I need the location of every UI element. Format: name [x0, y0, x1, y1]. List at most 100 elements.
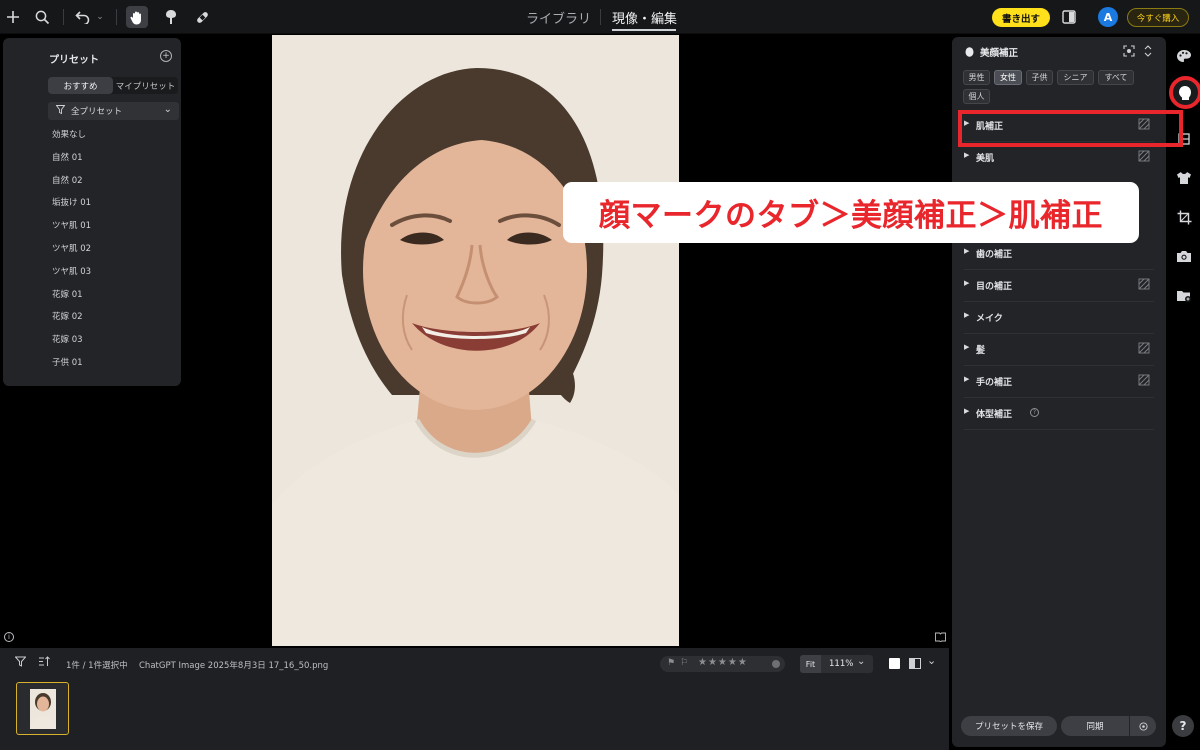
account-avatar[interactable]: A: [1098, 7, 1118, 27]
preset-item[interactable]: 子供 01: [52, 356, 91, 379]
reset-icon[interactable]: [1138, 342, 1150, 354]
section-hair[interactable]: ▶ 髪: [964, 334, 1154, 366]
highlight-rectangle: [958, 110, 1183, 147]
preset-item[interactable]: 花嫁 02: [52, 310, 91, 333]
filmstrip-bar: 1件 / 1件選択中 ChatGPT Image 2025年8月3日 17_16…: [0, 648, 949, 750]
buy-now-button[interactable]: 今すぐ購入: [1127, 8, 1189, 27]
chip-male[interactable]: 男性: [963, 70, 990, 85]
tab-develop-edit[interactable]: 現像・編集: [612, 8, 677, 27]
camera-tab-icon[interactable]: [1173, 245, 1195, 267]
preset-tab-switch: おすすめ マイプリセット: [48, 77, 178, 94]
zoom-control: Fit 111% ⌄: [800, 655, 873, 673]
section-eye-correction[interactable]: ▶ 目の補正: [964, 270, 1154, 302]
preset-item[interactable]: 自然 01: [52, 151, 91, 174]
tab-recommended[interactable]: おすすめ: [48, 77, 113, 94]
search-icon[interactable]: [31, 6, 53, 28]
panel-header: 美顔補正: [965, 45, 1018, 59]
compare-panel-icon[interactable]: [1058, 6, 1080, 28]
add-preset-icon[interactable]: +: [160, 50, 172, 62]
preset-item[interactable]: ツヤ肌 02: [52, 242, 91, 265]
preset-panel: プリセット + おすすめ マイプリセット 全プリセット ⌄ 効果なし 自然 01…: [3, 38, 181, 386]
sync-settings-icon[interactable]: [1130, 716, 1156, 736]
help-button[interactable]: ?: [1172, 715, 1194, 737]
info-icon[interactable]: i: [4, 632, 14, 642]
book-icon[interactable]: [935, 632, 946, 645]
hand-tool-icon[interactable]: [126, 6, 148, 28]
add-icon[interactable]: [2, 6, 24, 28]
preset-item[interactable]: ツヤ肌 03: [52, 265, 91, 288]
filter-icon: [55, 105, 66, 117]
before-after-view-icon[interactable]: [909, 658, 921, 672]
selection-count: 1件 / 1件選択中: [66, 661, 128, 671]
instruction-callout: 顔マークのタブ＞美顔補正＞肌補正: [563, 182, 1139, 243]
color-label-icon[interactable]: [772, 660, 780, 668]
photo-canvas[interactable]: [272, 35, 679, 646]
preset-item[interactable]: 花嫁 03: [52, 333, 91, 356]
filter-icon[interactable]: [14, 656, 27, 670]
save-preset-button[interactable]: プリセットを保存: [961, 716, 1057, 736]
portrait-photo: [272, 35, 679, 646]
chip-female[interactable]: 女性: [994, 70, 1022, 85]
preset-item[interactable]: 効果なし: [52, 128, 91, 151]
active-tab-indicator: [612, 29, 676, 31]
clothing-tab-icon[interactable]: [1173, 167, 1195, 189]
section-makeup[interactable]: ▶ メイク: [964, 302, 1154, 334]
chip-all[interactable]: すべて: [1098, 70, 1134, 85]
expand-arrow-icon: ▶: [964, 343, 970, 351]
undo-icon[interactable]: [72, 6, 94, 28]
expand-arrow-icon: ▶: [964, 407, 970, 415]
chip-child[interactable]: 子供: [1026, 70, 1053, 85]
section-hand-correction[interactable]: ▶ 手の補正: [964, 366, 1154, 398]
face-tab-icon[interactable]: [1174, 82, 1196, 104]
crop-tab-icon[interactable]: [1173, 206, 1195, 228]
healing-tool-icon[interactable]: [191, 6, 213, 28]
tab-my-presets[interactable]: マイプリセット: [113, 77, 178, 94]
reset-icon[interactable]: [1138, 374, 1150, 386]
expand-collapse-icon[interactable]: [1144, 45, 1152, 60]
face-icon: [965, 47, 974, 57]
preset-item[interactable]: ツヤ肌 01: [52, 219, 91, 242]
expand-arrow-icon: ▶: [964, 375, 970, 383]
preset-item[interactable]: 花嫁 01: [52, 288, 91, 311]
expand-arrow-icon: ▶: [964, 247, 970, 255]
expand-arrow-icon: ▶: [964, 151, 970, 159]
preset-item[interactable]: 垢抜け 01: [52, 196, 91, 219]
sort-icon[interactable]: [38, 656, 50, 670]
chevron-down-icon[interactable]: ⌄: [857, 656, 865, 667]
view-options-chevron-icon[interactable]: ⌄: [927, 654, 936, 667]
help-icon[interactable]: ?: [1030, 408, 1039, 417]
panel-title: 美顔補正: [980, 48, 1019, 59]
color-palette-icon[interactable]: [1173, 45, 1195, 67]
tab-library[interactable]: ライブラリ: [526, 8, 591, 27]
rating-control: ⚑ ⚐ ★★★★★: [660, 656, 785, 672]
fit-button[interactable]: Fit: [800, 655, 821, 673]
reset-icon[interactable]: [1138, 278, 1150, 290]
preset-filter-value: 全プリセット: [71, 107, 123, 117]
thumbnail-image: [29, 688, 56, 729]
export-button[interactable]: 書き出す: [992, 8, 1050, 27]
expand-arrow-icon: ▶: [964, 311, 970, 319]
flag-icon[interactable]: ⚑: [667, 658, 675, 668]
top-toolbar: ⌄ ライブラリ 現像・編集 書き出す A 今すぐ購入: [0, 0, 1200, 34]
reject-flag-icon[interactable]: ⚐: [680, 658, 688, 668]
star-rating[interactable]: ★★★★★: [698, 657, 748, 668]
section-body-shape-correction[interactable]: ▶ 体型補正 ?: [964, 398, 1154, 430]
chip-individual[interactable]: 個人: [963, 89, 990, 104]
preset-list: 効果なし 自然 01 自然 02 垢抜け 01 ツヤ肌 01 ツヤ肌 02 ツヤ…: [52, 128, 91, 379]
file-name: ChatGPT Image 2025年8月3日 17_16_50.png: [139, 661, 329, 671]
export-folder-tab-icon[interactable]: [1173, 285, 1195, 307]
reset-icon[interactable]: [1138, 150, 1150, 162]
expand-arrow-icon: ▶: [964, 279, 970, 287]
filmstrip-thumbnail[interactable]: [16, 682, 69, 735]
chevron-down-icon: ⌄: [163, 104, 172, 115]
preset-item[interactable]: 自然 02: [52, 174, 91, 197]
single-view-icon[interactable]: [889, 658, 900, 669]
zoom-value[interactable]: 111%: [829, 659, 853, 669]
chip-senior[interactable]: シニア: [1057, 70, 1094, 85]
sync-button[interactable]: 同期: [1061, 716, 1129, 736]
preset-filter-dropdown[interactable]: 全プリセット ⌄: [48, 102, 179, 120]
preset-panel-title: プリセット: [49, 55, 99, 66]
brush-tool-icon[interactable]: [160, 6, 182, 28]
face-detect-icon[interactable]: [1123, 45, 1135, 60]
undo-history-chevron-icon[interactable]: ⌄: [93, 6, 107, 28]
